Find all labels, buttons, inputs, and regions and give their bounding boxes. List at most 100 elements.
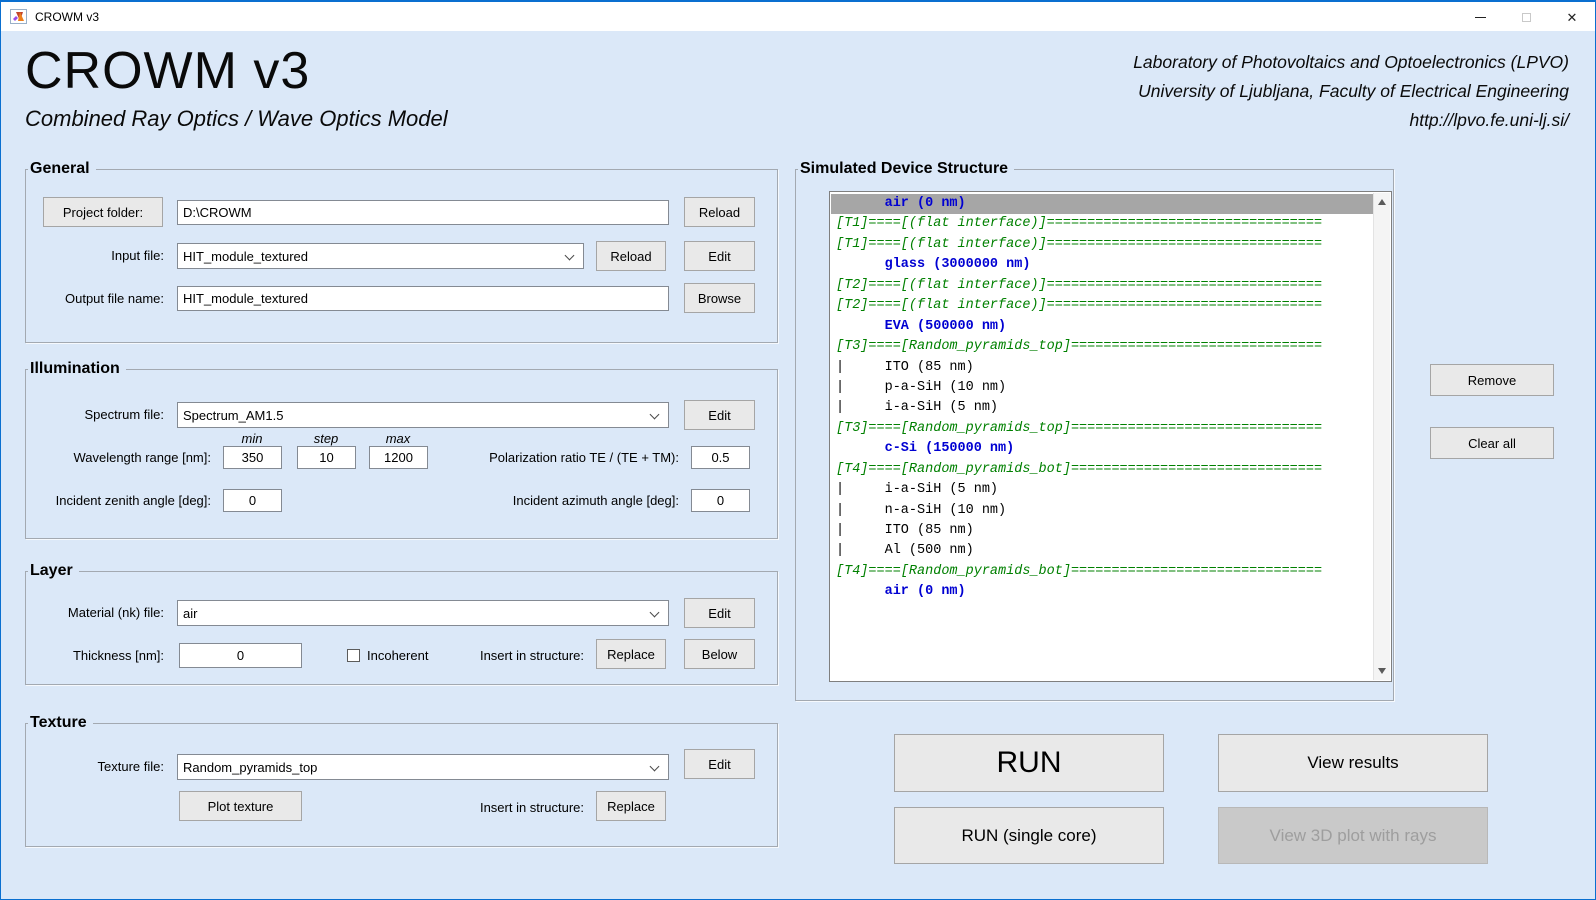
- structure-row[interactable]: glass (3000000 nm): [831, 255, 1373, 275]
- matlab-icon: [10, 9, 27, 24]
- thickness-input[interactable]: [179, 643, 302, 668]
- structure-row[interactable]: air (0 nm): [831, 194, 1373, 214]
- wavelength-step-input[interactable]: [297, 446, 356, 469]
- page-title: CROWM v3: [25, 41, 310, 101]
- structure-row[interactable]: | ITO (85 nm): [831, 358, 1373, 378]
- spectrum-file-dropdown[interactable]: Spectrum_AM1.5: [177, 402, 669, 428]
- structure-row[interactable]: | p-a-SiH (10 nm): [831, 378, 1373, 398]
- polarization-input[interactable]: [691, 446, 750, 469]
- thickness-label: Thickness [nm]:: [21, 648, 164, 664]
- azimuth-angle-input[interactable]: [691, 489, 750, 512]
- chevron-down-icon: [650, 410, 660, 420]
- window-title: CROWM v3: [35, 10, 99, 24]
- structure-row[interactable]: c-Si (150000 nm): [831, 439, 1373, 459]
- chevron-down-icon: [565, 251, 575, 261]
- org-line1: Laboratory of Photovoltaics and Optoelec…: [1133, 48, 1569, 77]
- wavelength-min-input[interactable]: [223, 446, 282, 469]
- layer-insert-label: Insert in structure:: [421, 648, 584, 664]
- close-icon: ✕: [1567, 11, 1578, 24]
- spectrum-file-value: Spectrum_AM1.5: [183, 408, 283, 423]
- material-file-dropdown[interactable]: air: [177, 600, 669, 626]
- structure-row[interactable]: [T4]====[Random_pyramids_bot]===========…: [831, 562, 1373, 582]
- structure-row[interactable]: [T3]====[Random_pyramids_top]===========…: [831, 419, 1373, 439]
- layer-below-button[interactable]: Below: [684, 639, 755, 669]
- chevron-down-icon: [650, 608, 660, 618]
- structure-row[interactable]: | n-a-SiH (10 nm): [831, 501, 1373, 521]
- close-button[interactable]: ✕: [1549, 2, 1595, 32]
- edit-input-button[interactable]: Edit: [684, 241, 755, 271]
- org-info: Laboratory of Photovoltaics and Optoelec…: [1133, 48, 1569, 135]
- browse-button[interactable]: Browse: [684, 283, 755, 313]
- structure-row[interactable]: | i-a-SiH (5 nm): [831, 398, 1373, 418]
- structure-row[interactable]: [T1]====[(flat interface)]==============…: [831, 235, 1373, 255]
- wavelength-max-input[interactable]: [369, 446, 428, 469]
- structure-row[interactable]: [T2]====[(flat interface)]==============…: [831, 296, 1373, 316]
- titlebar: CROWM v3 ✕: [1, 1, 1595, 31]
- org-line2: University of Ljubljana, Faculty of Elec…: [1133, 77, 1569, 106]
- structure-listbox[interactable]: air (0 nm)[T1]====[(flat interface)]====…: [829, 191, 1392, 682]
- texture-panel: Texture: [25, 723, 778, 847]
- structure-row[interactable]: EVA (500000 nm): [831, 317, 1373, 337]
- clear-all-button[interactable]: Clear all: [1430, 427, 1554, 459]
- layer-panel-title: Layer: [28, 561, 79, 580]
- output-file-input[interactable]: [177, 286, 669, 311]
- maximize-button: [1503, 2, 1549, 32]
- structure-rows: air (0 nm)[T1]====[(flat interface)]====…: [831, 194, 1373, 603]
- texture-replace-button[interactable]: Replace: [596, 791, 666, 821]
- min-label: min: [222, 431, 282, 447]
- view-3d-plot-button: View 3D plot with rays: [1218, 807, 1488, 864]
- maximize-icon: [1522, 13, 1531, 22]
- view-results-button[interactable]: View results: [1218, 734, 1488, 792]
- zenith-angle-input[interactable]: [223, 489, 282, 512]
- org-line3: http://lpvo.fe.uni-lj.si/: [1133, 106, 1569, 135]
- app-window: CROWM v3 ✕ CROWM v3 Combined Ray Optics …: [0, 0, 1596, 900]
- spectrum-file-label: Spectrum file:: [21, 407, 164, 423]
- polarization-label: Polarization ratio TE / (TE + TM):: [421, 450, 679, 466]
- output-file-label: Output file name:: [21, 291, 164, 307]
- structure-row[interactable]: [T2]====[(flat interface)]==============…: [831, 276, 1373, 296]
- structure-row[interactable]: [T4]====[Random_pyramids_bot]===========…: [831, 460, 1373, 480]
- incoherent-label: Incoherent: [367, 648, 428, 664]
- max-label: max: [368, 431, 428, 447]
- minimize-button[interactable]: [1457, 2, 1503, 32]
- run-button[interactable]: RUN: [894, 734, 1164, 792]
- texture-insert-label: Insert in structure:: [421, 800, 584, 816]
- structure-row[interactable]: air (0 nm): [831, 582, 1373, 602]
- step-label: step: [296, 431, 356, 447]
- structure-row[interactable]: | i-a-SiH (5 nm): [831, 480, 1373, 500]
- structure-row[interactable]: | ITO (85 nm): [831, 521, 1373, 541]
- texture-file-value: Random_pyramids_top: [183, 760, 317, 775]
- edit-texture-button[interactable]: Edit: [684, 749, 755, 779]
- minimize-icon: [1475, 17, 1486, 18]
- general-panel-title: General: [28, 159, 96, 178]
- structure-row[interactable]: | Al (500 nm): [831, 541, 1373, 561]
- wavelength-range-label: Wavelength range [nm]:: [21, 450, 211, 466]
- structure-row[interactable]: [T1]====[(flat interface)]==============…: [831, 214, 1373, 234]
- reload-folder-button[interactable]: Reload: [684, 197, 755, 227]
- scroll-down-icon[interactable]: [1378, 668, 1386, 674]
- layer-replace-button[interactable]: Replace: [596, 639, 666, 669]
- edit-material-button[interactable]: Edit: [684, 598, 755, 628]
- run-single-core-button[interactable]: RUN (single core): [894, 807, 1164, 864]
- texture-file-label: Texture file:: [21, 759, 164, 775]
- material-file-value: air: [183, 606, 197, 621]
- incoherent-checkbox[interactable]: [347, 649, 360, 662]
- structure-panel-title: Simulated Device Structure: [798, 159, 1014, 178]
- texture-file-dropdown[interactable]: Random_pyramids_top: [177, 754, 669, 780]
- illumination-panel-title: Illumination: [28, 359, 126, 378]
- reload-input-button[interactable]: Reload: [596, 241, 666, 271]
- project-folder-input[interactable]: [177, 200, 669, 225]
- structure-scrollbar[interactable]: [1373, 193, 1390, 680]
- plot-texture-button[interactable]: Plot texture: [179, 791, 302, 821]
- edit-spectrum-button[interactable]: Edit: [684, 400, 755, 430]
- remove-button[interactable]: Remove: [1430, 364, 1554, 396]
- input-file-dropdown[interactable]: HIT_module_textured: [177, 243, 584, 269]
- azimuth-angle-label: Incident azimuth angle [deg]:: [421, 493, 679, 509]
- material-file-label: Material (nk) file:: [21, 605, 164, 621]
- page-subtitle: Combined Ray Optics / Wave Optics Model: [25, 106, 448, 132]
- structure-row[interactable]: [T3]====[Random_pyramids_top]===========…: [831, 337, 1373, 357]
- scroll-up-icon[interactable]: [1378, 199, 1386, 205]
- chevron-down-icon: [650, 762, 660, 772]
- project-folder-button[interactable]: Project folder:: [43, 197, 163, 227]
- zenith-angle-label: Incident zenith angle [deg]:: [21, 493, 211, 509]
